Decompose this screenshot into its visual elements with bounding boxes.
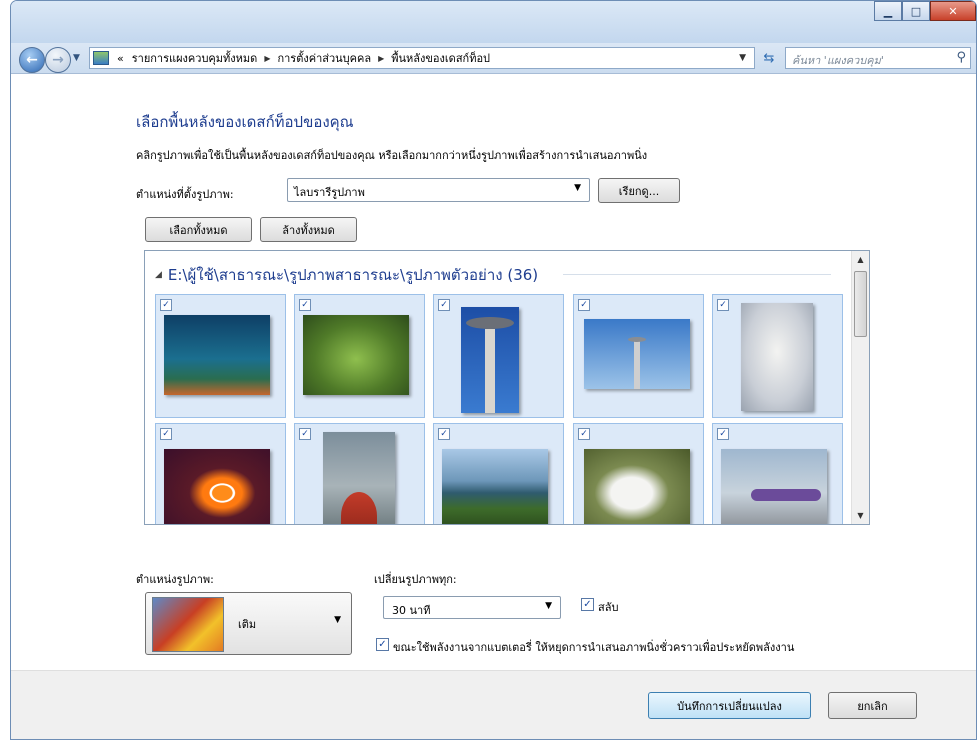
window: ▁ □ ✕ ← → ▼ « รายการแผงควบคุมทั้งหมด ▶ ก… [10,0,977,740]
footer-bar: บันทึกการเปลี่ยนแปลง ยกเลิก [11,670,976,739]
image-checkbox[interactable]: ✓ [299,299,311,311]
green-leaf-image [303,315,409,395]
clownfish-image [164,449,270,524]
image-tile-clownfish[interactable]: ✓ [155,423,286,524]
image-tile-palm-coast[interactable]: ✓ [433,423,564,524]
tower-shaft-shape [634,339,640,389]
scroll-up-icon[interactable]: ▲ [852,251,869,268]
chevron-right-icon[interactable]: ▶ [378,54,384,63]
image-tile-dog-stretching[interactable]: ✓ [573,423,704,524]
interval-label: เปลี่ยนรูปภาพทุก: [374,573,457,586]
control-panel-icon [93,51,109,65]
main-content: เลือกพื้นหลังของเดสก์ท็อปของคุณ คลิกรูปภ… [11,74,976,670]
picture-location-select[interactable]: ไลบรารีรูปภาพ ▼ [287,178,590,202]
refresh-icon[interactable]: ⇆ [759,49,779,67]
image-checkbox[interactable]: ✓ [160,428,172,440]
tower-shaft-shape [485,329,495,413]
kayak-shape [341,492,377,524]
picture-position-select[interactable]: เติม ▼ [145,592,352,655]
collapse-triangle-icon[interactable]: ◢ [155,270,162,280]
shuffle-label[interactable]: สลับ [598,598,618,616]
breadcrumb-overflow[interactable]: « [117,52,124,65]
chevron-down-icon: ▼ [545,601,552,611]
image-checkbox[interactable]: ✓ [578,428,590,440]
airplane-fuselage-shape [751,489,821,501]
picture-location-value: ไลบรารีรูปภาพ [294,186,365,199]
picture-position-label: ตำแหน่งรูปภาพ: [136,573,214,586]
clear-all-button[interactable]: ล้างทั้งหมด [260,217,357,242]
gallery-group-title: E:\ผู้ใช้\สาธารณะ\รูปภาพสาธารณะ\รูปภาพตั… [167,266,539,284]
tower-top-shape [628,337,646,342]
navigation-bar: ← → ▼ « รายการแผงควบคุมทั้งหมด ▶ การตั้ง… [11,43,976,74]
coral-reef-image [164,315,270,395]
minimize-button[interactable]: ▁ [874,1,902,21]
select-all-button[interactable]: เลือกทั้งหมด [145,217,252,242]
title-bar: ▁ □ ✕ [11,1,976,43]
save-changes-button[interactable]: บันทึกการเปลี่ยนแปลง [648,692,811,719]
page-description: คลิกรูปภาพเพื่อใช้เป็นพื้นหลังของเดสก์ท็… [136,149,648,162]
image-checkbox[interactable]: ✓ [299,428,311,440]
image-tile-kayak[interactable]: ✓ [294,423,425,524]
palm-coast-image [442,449,548,524]
group-divider [563,274,831,275]
scrollbar-thumb[interactable] [854,271,867,337]
kayak-image [323,432,395,524]
picture-location-label: ตำแหน่งที่ตั้งรูปภาพ: [136,188,234,201]
arrow-left-icon: ← [26,52,38,68]
gallery-scrollbar[interactable]: ▲ ▼ [851,251,869,524]
back-button[interactable]: ← [19,47,45,73]
chevron-right-icon[interactable]: ▶ [264,54,270,63]
search-icon[interactable]: ⚲ [956,50,966,65]
interval-value: 30 นาที [392,604,431,617]
chevron-down-icon[interactable]: ▼ [739,53,746,63]
browse-button[interactable]: เรียกดู... [598,178,680,203]
image-tile-husky-snow[interactable]: ✓ [712,294,843,418]
image-checkbox[interactable]: ✓ [717,299,729,311]
image-checkbox[interactable]: ✓ [160,299,172,311]
search-placeholder: ค้นหา 'แผงควบคุม' [792,54,884,67]
picture-position-value: เติม [238,618,257,631]
search-input[interactable]: ค้นหา 'แผงควบคุม' ⚲ [785,47,971,69]
interval-select[interactable]: 30 นาที ▼ [383,596,561,619]
battery-pause-label[interactable]: ขณะใช้พลังงานจากแบตเตอรี่ ให้หยุดการนำเส… [393,638,794,656]
cancel-button[interactable]: ยกเลิก [828,692,917,719]
arrow-right-icon: → [52,52,64,68]
image-tile-green-leaf[interactable]: ✓ [294,294,425,418]
space-needle-closeup-image [461,307,519,413]
chevron-down-icon: ▼ [334,615,341,625]
image-tile-airplane-tails[interactable]: ✓ [712,423,843,524]
image-checkbox[interactable]: ✓ [438,428,450,440]
dog-stretching-image [584,449,690,524]
scroll-down-icon[interactable]: ▼ [852,507,869,524]
tower-top-shape [466,317,514,329]
breadcrumb-personalization[interactable]: การตั้งค่าส่วนบุคคล [277,49,371,67]
image-checkbox[interactable]: ✓ [578,299,590,311]
page-title: เลือกพื้นหลังของเดสก์ท็อปของคุณ [136,113,354,131]
image-checkbox[interactable]: ✓ [438,299,450,311]
gallery-group-header[interactable]: ◢ E:\ผู้ใช้\สาธารณะ\รูปภาพสาธารณะ\รูปภาพ… [155,263,538,287]
position-preview-image [152,597,224,652]
recent-pages-dropdown[interactable]: ▼ [73,53,80,63]
image-tile-space-needle-closeup[interactable]: ✓ [433,294,564,418]
address-bar[interactable]: « รายการแผงควบคุมทั้งหมด ▶ การตั้งค่าส่ว… [89,47,755,69]
image-tile-coral-reef[interactable]: ✓ [155,294,286,418]
forward-button[interactable]: → [45,47,71,73]
image-checkbox[interactable]: ✓ [717,428,729,440]
husky-snow-image [741,303,813,411]
airplane-tails-image [721,449,827,524]
space-needle-sky-image [584,319,690,389]
chevron-down-icon: ▼ [574,183,581,193]
breadcrumb-all-control-panel-items[interactable]: รายการแผงควบคุมทั้งหมด [132,49,258,67]
shuffle-checkbox[interactable]: ✓ [581,598,594,611]
caption-buttons: ▁ □ ✕ [874,1,976,23]
image-tile-space-needle-sky[interactable]: ✓ [573,294,704,418]
battery-pause-checkbox[interactable]: ✓ [376,638,389,651]
close-button[interactable]: ✕ [930,1,976,21]
maximize-button[interactable]: □ [902,1,930,21]
breadcrumb-desktop-background[interactable]: พื้นหลังของเดสก์ท็อป [391,49,490,67]
image-gallery: ◢ E:\ผู้ใช้\สาธารณะ\รูปภาพสาธารณะ\รูปภาพ… [144,250,870,525]
